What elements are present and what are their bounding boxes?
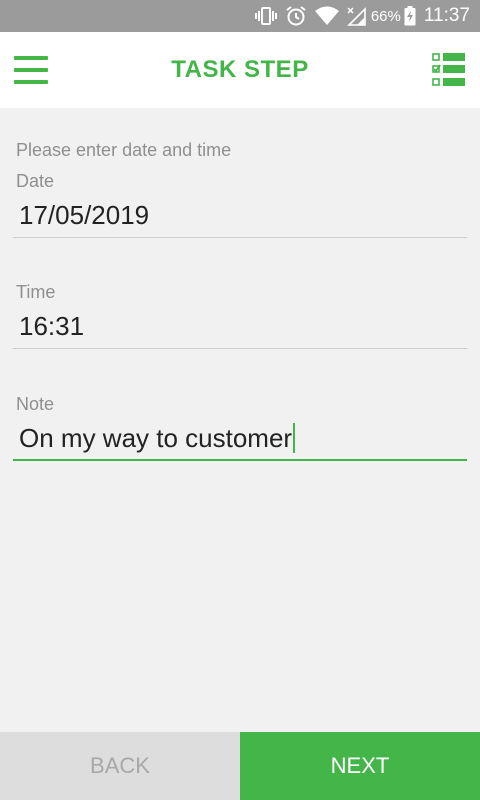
status-bar: 66% 11:37 (0, 0, 480, 32)
back-button[interactable]: BACK (0, 732, 240, 800)
time-value: 16:31 (19, 311, 85, 341)
hamburger-menu-icon[interactable] (14, 54, 50, 86)
note-value-wrap: On my way to customer (19, 423, 296, 454)
note-label: Note (16, 394, 55, 414)
note-field[interactable]: On my way to customer (13, 419, 467, 461)
page-title: TASK STEP (171, 56, 309, 83)
next-button[interactable]: NEXT (240, 732, 480, 800)
signal-icon (346, 6, 367, 26)
bottom-bar: BACK NEXT (0, 732, 480, 800)
alarm-icon (285, 5, 307, 27)
note-value: On my way to customer (19, 423, 293, 453)
date-label: Date (16, 171, 55, 191)
checklist-icon[interactable] (432, 52, 466, 88)
wifi-icon (314, 6, 339, 26)
time-label: Time (16, 282, 56, 302)
battery-charging-icon (404, 6, 416, 26)
form-content: Please enter date and time Date 17/05/20… (0, 108, 480, 732)
clock: 11:37 (423, 5, 470, 26)
form-prompt: Please enter date and time (16, 140, 232, 160)
app-bar: TASK STEP (0, 32, 480, 108)
vibrate-icon (254, 6, 277, 26)
date-field[interactable]: 17/05/2019 (13, 196, 467, 238)
date-value: 17/05/2019 (19, 200, 150, 230)
battery-percent: 66% (370, 7, 401, 25)
time-field[interactable]: 16:31 (13, 307, 467, 349)
text-cursor (293, 423, 296, 453)
